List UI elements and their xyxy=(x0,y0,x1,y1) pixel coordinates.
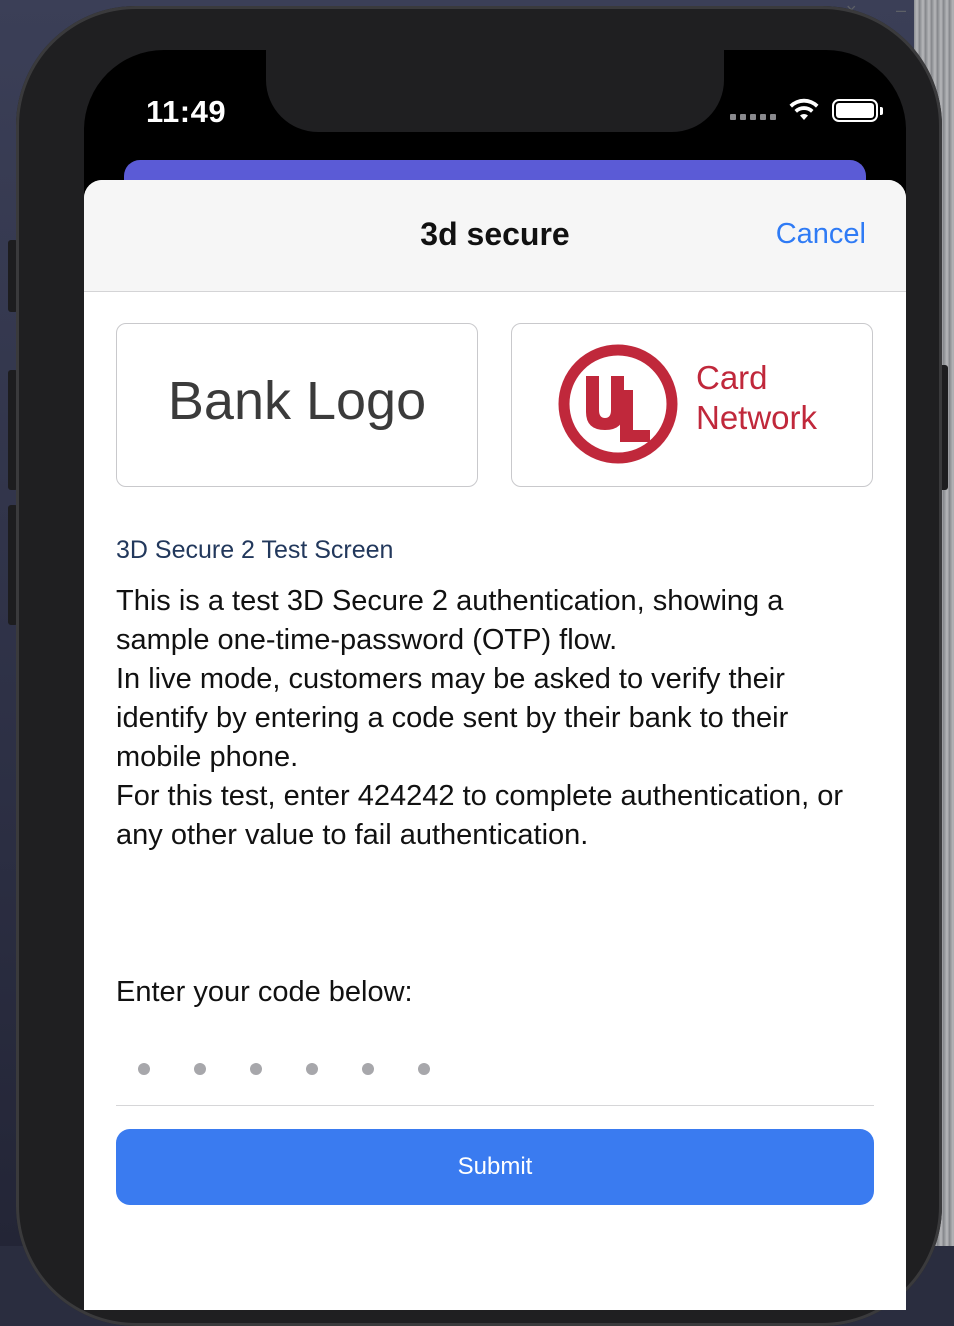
battery-icon xyxy=(832,98,883,122)
card-network-line1: Card xyxy=(696,359,768,396)
phone-frame: 11:49 3d secure Cancel Bank Logo Card Ne… xyxy=(16,6,942,1326)
wifi-icon xyxy=(789,98,819,120)
card-network-logo-box: Card Network xyxy=(511,323,873,487)
phone-screen: 11:49 3d secure Cancel Bank Logo Card Ne… xyxy=(84,50,906,1310)
cancel-button[interactable]: Cancel xyxy=(776,218,866,251)
sheet-header: 3d secure Cancel xyxy=(84,180,906,292)
otp-placeholder-dot xyxy=(306,1062,318,1075)
phone-notch xyxy=(266,50,724,132)
bank-logo-text: Bank Logo xyxy=(167,371,427,431)
instructions-paragraph-2: In live mode, customers may be asked to … xyxy=(116,663,789,773)
card-network-text: Card Network xyxy=(696,358,817,438)
otp-code-input[interactable]: •••••• xyxy=(116,1032,874,1106)
otp-placeholder-dot xyxy=(418,1062,430,1075)
instructions-paragraph-3: For this test, enter 424242 to complete … xyxy=(116,780,844,851)
otp-placeholder-dot xyxy=(194,1062,206,1075)
ul-logo-icon xyxy=(558,344,678,464)
test-screen-heading: 3D Secure 2 Test Screen xyxy=(116,536,394,564)
card-network-line2: Network xyxy=(696,399,818,436)
status-icons xyxy=(730,98,883,122)
minimize-icon[interactable]: – xyxy=(896,0,906,21)
otp-placeholder-dot xyxy=(250,1062,262,1075)
otp-placeholder-dot xyxy=(138,1062,150,1075)
status-time: 11:49 xyxy=(146,94,227,129)
instructions-paragraph-1: This is a test 3D Secure 2 authenticatio… xyxy=(116,585,784,656)
bank-logo-box: Bank Logo xyxy=(116,323,478,487)
otp-placeholder-dot xyxy=(362,1062,374,1075)
code-label: Enter your code below: xyxy=(116,976,413,1008)
instructions-text: This is a test 3D Secure 2 authenticatio… xyxy=(116,582,876,855)
signal-icon xyxy=(730,100,776,120)
3ds-modal-sheet: 3d secure Cancel Bank Logo Card Network … xyxy=(84,180,906,1310)
submit-button[interactable]: Submit xyxy=(116,1129,874,1205)
